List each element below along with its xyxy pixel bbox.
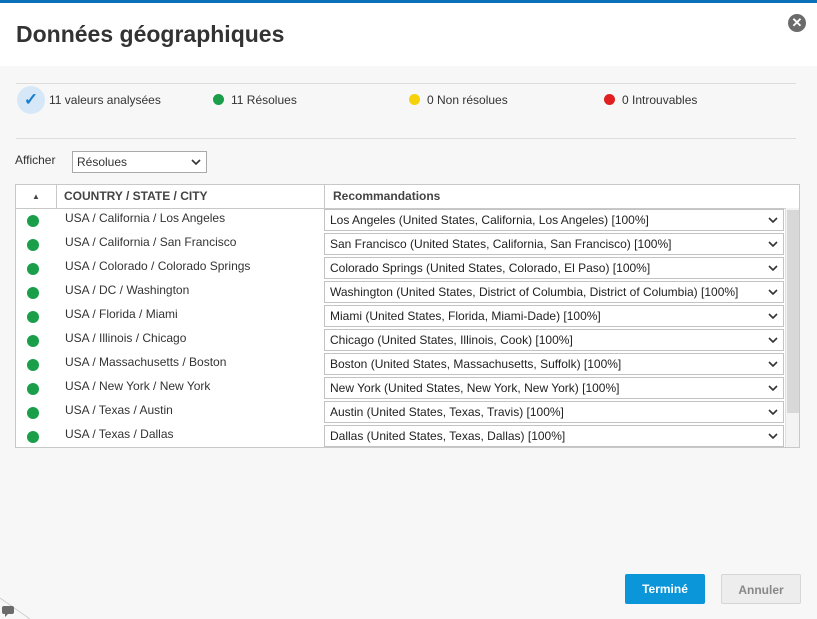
- chevron-down-icon: [768, 361, 778, 368]
- recommendation-select[interactable]: Colorado Springs (United States, Colorad…: [324, 257, 784, 279]
- location-cell: USA / New York / New York: [65, 379, 211, 393]
- dialog-header: Données géographiques: [0, 3, 817, 66]
- recommendation-value: Miami (United States, Florida, Miami-Dad…: [330, 309, 601, 323]
- location-cell: USA / Massachusetts / Boston: [65, 355, 227, 369]
- table-row: USA / DC / Washington Washington (United …: [16, 280, 786, 304]
- chevron-down-icon: [768, 385, 778, 392]
- location-cell: USA / California / Los Angeles: [65, 211, 226, 225]
- chat-icon[interactable]: [0, 590, 30, 619]
- yellow-status-icon: [409, 94, 420, 105]
- resolved-status-icon: [27, 383, 39, 395]
- resolved-status-icon: [27, 215, 39, 227]
- resolved-status-icon: [27, 239, 39, 251]
- dialog-title: Données géographiques: [16, 21, 285, 47]
- resolved-status-icon: [27, 359, 39, 371]
- geo-table: ▲ COUNTRY / STATE / CITY Recommandations…: [15, 184, 800, 448]
- recommendation-value: Los Angeles (United States, California, …: [330, 213, 649, 227]
- not-found-count: 0 Introuvables: [622, 93, 698, 107]
- resolved-status-icon: [27, 335, 39, 347]
- location-cell: USA / Florida / Miami: [65, 307, 178, 321]
- recommendation-value: Colorado Springs (United States, Colorad…: [330, 261, 651, 275]
- recommendation-select[interactable]: Chicago (United States, Illinois, Cook) …: [324, 329, 784, 351]
- table-row: USA / California / San Francisco San Fran…: [16, 232, 786, 256]
- recommendation-value: Austin (United States, Texas, Travis) [1…: [330, 405, 564, 419]
- cancel-button[interactable]: Annuler: [721, 574, 801, 604]
- recommendation-select[interactable]: Boston (United States, Massachusetts, Su…: [324, 353, 784, 375]
- table-row: USA / Massachusetts / Boston Boston (Unit…: [16, 352, 786, 376]
- table-row: USA / New York / New York New York (Unite…: [16, 376, 786, 400]
- location-cell: USA / Illinois / Chicago: [65, 331, 187, 345]
- chevron-down-icon: [768, 265, 778, 272]
- divider-top: [16, 83, 796, 84]
- location-cell: USA / California / San Francisco: [65, 235, 237, 249]
- not-found-stat: 0 Introuvables: [604, 93, 697, 107]
- table-row: USA / Colorado / Colorado Springs Colorad…: [16, 256, 786, 280]
- table-row: USA / Texas / Dallas Dallas (United State…: [16, 424, 786, 447]
- unresolved-count: 0 Non résolues: [427, 93, 508, 107]
- chevron-down-icon: [768, 289, 778, 296]
- recommendation-select[interactable]: Miami (United States, Florida, Miami-Dad…: [324, 305, 784, 327]
- chevron-down-icon: [768, 337, 778, 344]
- recommendation-value: Boston (United States, Massachusetts, Su…: [330, 357, 622, 371]
- resolved-status-icon: [27, 263, 39, 275]
- column-header-location[interactable]: COUNTRY / STATE / CITY: [64, 185, 208, 208]
- chevron-down-icon: [191, 159, 201, 166]
- location-cell: USA / Texas / Dallas: [65, 427, 174, 441]
- green-status-icon: [213, 94, 224, 105]
- analyzed-count: 11 valeurs analysées: [49, 93, 161, 107]
- chevron-down-icon: [768, 313, 778, 320]
- chevron-down-icon: [768, 409, 778, 416]
- resolved-stat: 11 Résolues: [213, 93, 297, 107]
- resolved-status-icon: [27, 311, 39, 323]
- done-button[interactable]: Terminé: [625, 574, 705, 604]
- check-icon: ✓: [17, 86, 45, 114]
- unresolved-stat: 0 Non résolues: [409, 93, 508, 107]
- column-header-recommendations[interactable]: Recommandations: [324, 185, 793, 208]
- table-row: USA / California / Los Angeles Los Angele…: [16, 208, 786, 232]
- chevron-down-icon: [768, 433, 778, 440]
- recommendation-value: Washington (United States, District of C…: [330, 285, 739, 299]
- chevron-down-icon: [768, 217, 778, 224]
- red-status-icon: [604, 94, 615, 105]
- scrollbar-thumb[interactable]: [787, 210, 799, 413]
- filter-select[interactable]: Résolues: [72, 151, 207, 173]
- resolved-count: 11 Résolues: [231, 93, 297, 107]
- resolved-status-icon: [27, 407, 39, 419]
- table-row: USA / Texas / Austin Austin (United State…: [16, 400, 786, 424]
- recommendation-select[interactable]: Los Angeles (United States, California, …: [324, 209, 784, 231]
- chevron-down-icon: [768, 241, 778, 248]
- vertical-scrollbar[interactable]: [785, 208, 799, 447]
- divider-bottom: [16, 138, 796, 139]
- recommendation-value: New York (United States, New York, New Y…: [330, 381, 620, 395]
- recommendation-select[interactable]: New York (United States, New York, New Y…: [324, 377, 784, 399]
- sort-ascending-icon[interactable]: ▲: [16, 185, 57, 208]
- resolved-status-icon: [27, 431, 39, 443]
- table-header: ▲ COUNTRY / STATE / CITY Recommandations: [16, 185, 799, 209]
- location-cell: USA / DC / Washington: [65, 283, 190, 297]
- recommendation-select[interactable]: Washington (United States, District of C…: [324, 281, 784, 303]
- resolved-status-icon: [27, 287, 39, 299]
- table-row: USA / Illinois / Chicago Chicago (United …: [16, 328, 786, 352]
- recommendation-select[interactable]: Dallas (United States, Texas, Dallas) [1…: [324, 425, 784, 447]
- filter-label: Afficher: [15, 153, 56, 167]
- recommendation-value: Chicago (United States, Illinois, Cook) …: [330, 333, 573, 347]
- location-cell: USA / Texas / Austin: [65, 403, 173, 417]
- table-row: USA / Florida / Miami Miami (United State…: [16, 304, 786, 328]
- recommendation-value: San Francisco (United States, California…: [330, 237, 672, 251]
- recommendation-select[interactable]: San Francisco (United States, California…: [324, 233, 784, 255]
- close-icon[interactable]: ✕: [788, 14, 806, 32]
- recommendation-select[interactable]: Austin (United States, Texas, Travis) [1…: [324, 401, 784, 423]
- location-cell: USA / Colorado / Colorado Springs: [65, 259, 251, 273]
- filter-value: Résolues: [77, 155, 128, 169]
- recommendation-value: Dallas (United States, Texas, Dallas) [1…: [330, 429, 566, 443]
